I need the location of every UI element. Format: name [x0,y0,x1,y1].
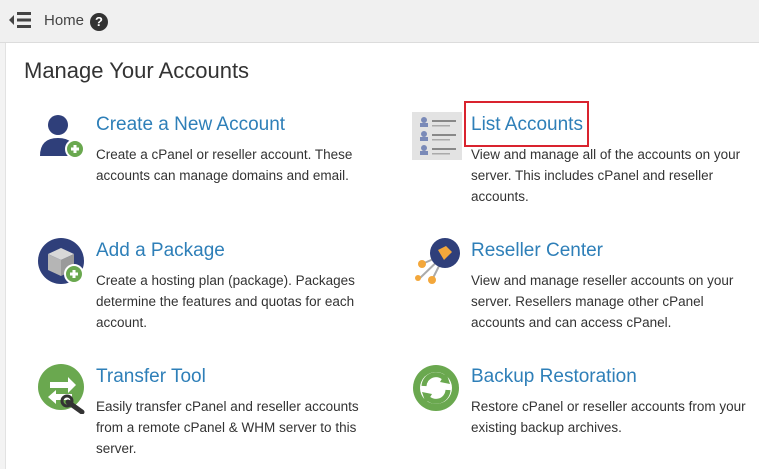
backup-restore-icon[interactable] [412,364,466,418]
list-accounts-description: View and manage all of the accounts on y… [471,147,741,204]
transfer-tool-icon[interactable] [38,364,92,418]
package-add-icon[interactable] [38,238,92,292]
page-title: Manage Your Accounts [24,58,250,83]
add-package-description: Create a hosting plan (package). Package… [96,273,355,330]
account-list-icon[interactable] [412,112,466,166]
list-accounts-highlight [464,101,589,147]
help-icon[interactable]: ? [90,13,108,31]
transfer-tool-description: Easily transfer cPanel and reseller acco… [96,399,359,456]
top-bar: Home ? [0,0,759,43]
sidebar-collapsed-strip [0,43,6,469]
reseller-network-icon[interactable] [412,236,466,290]
reseller-center-link[interactable]: Reseller Center [471,240,603,262]
add-package-link[interactable]: Add a Package [96,240,225,262]
sidebar-toggle-icon[interactable] [8,10,32,30]
breadcrumb-home[interactable]: Home [44,12,84,29]
backup-restoration-description: Restore cPanel or reseller accounts from… [471,399,746,435]
reseller-center-description: View and manage reseller accounts on you… [471,273,734,330]
create-account-link[interactable]: Create a New Account [96,114,285,136]
create-account-description: Create a cPanel or reseller account. The… [96,147,353,183]
transfer-tool-link[interactable]: Transfer Tool [96,366,206,388]
backup-restoration-link[interactable]: Backup Restoration [471,366,637,388]
user-add-icon[interactable] [38,112,92,166]
